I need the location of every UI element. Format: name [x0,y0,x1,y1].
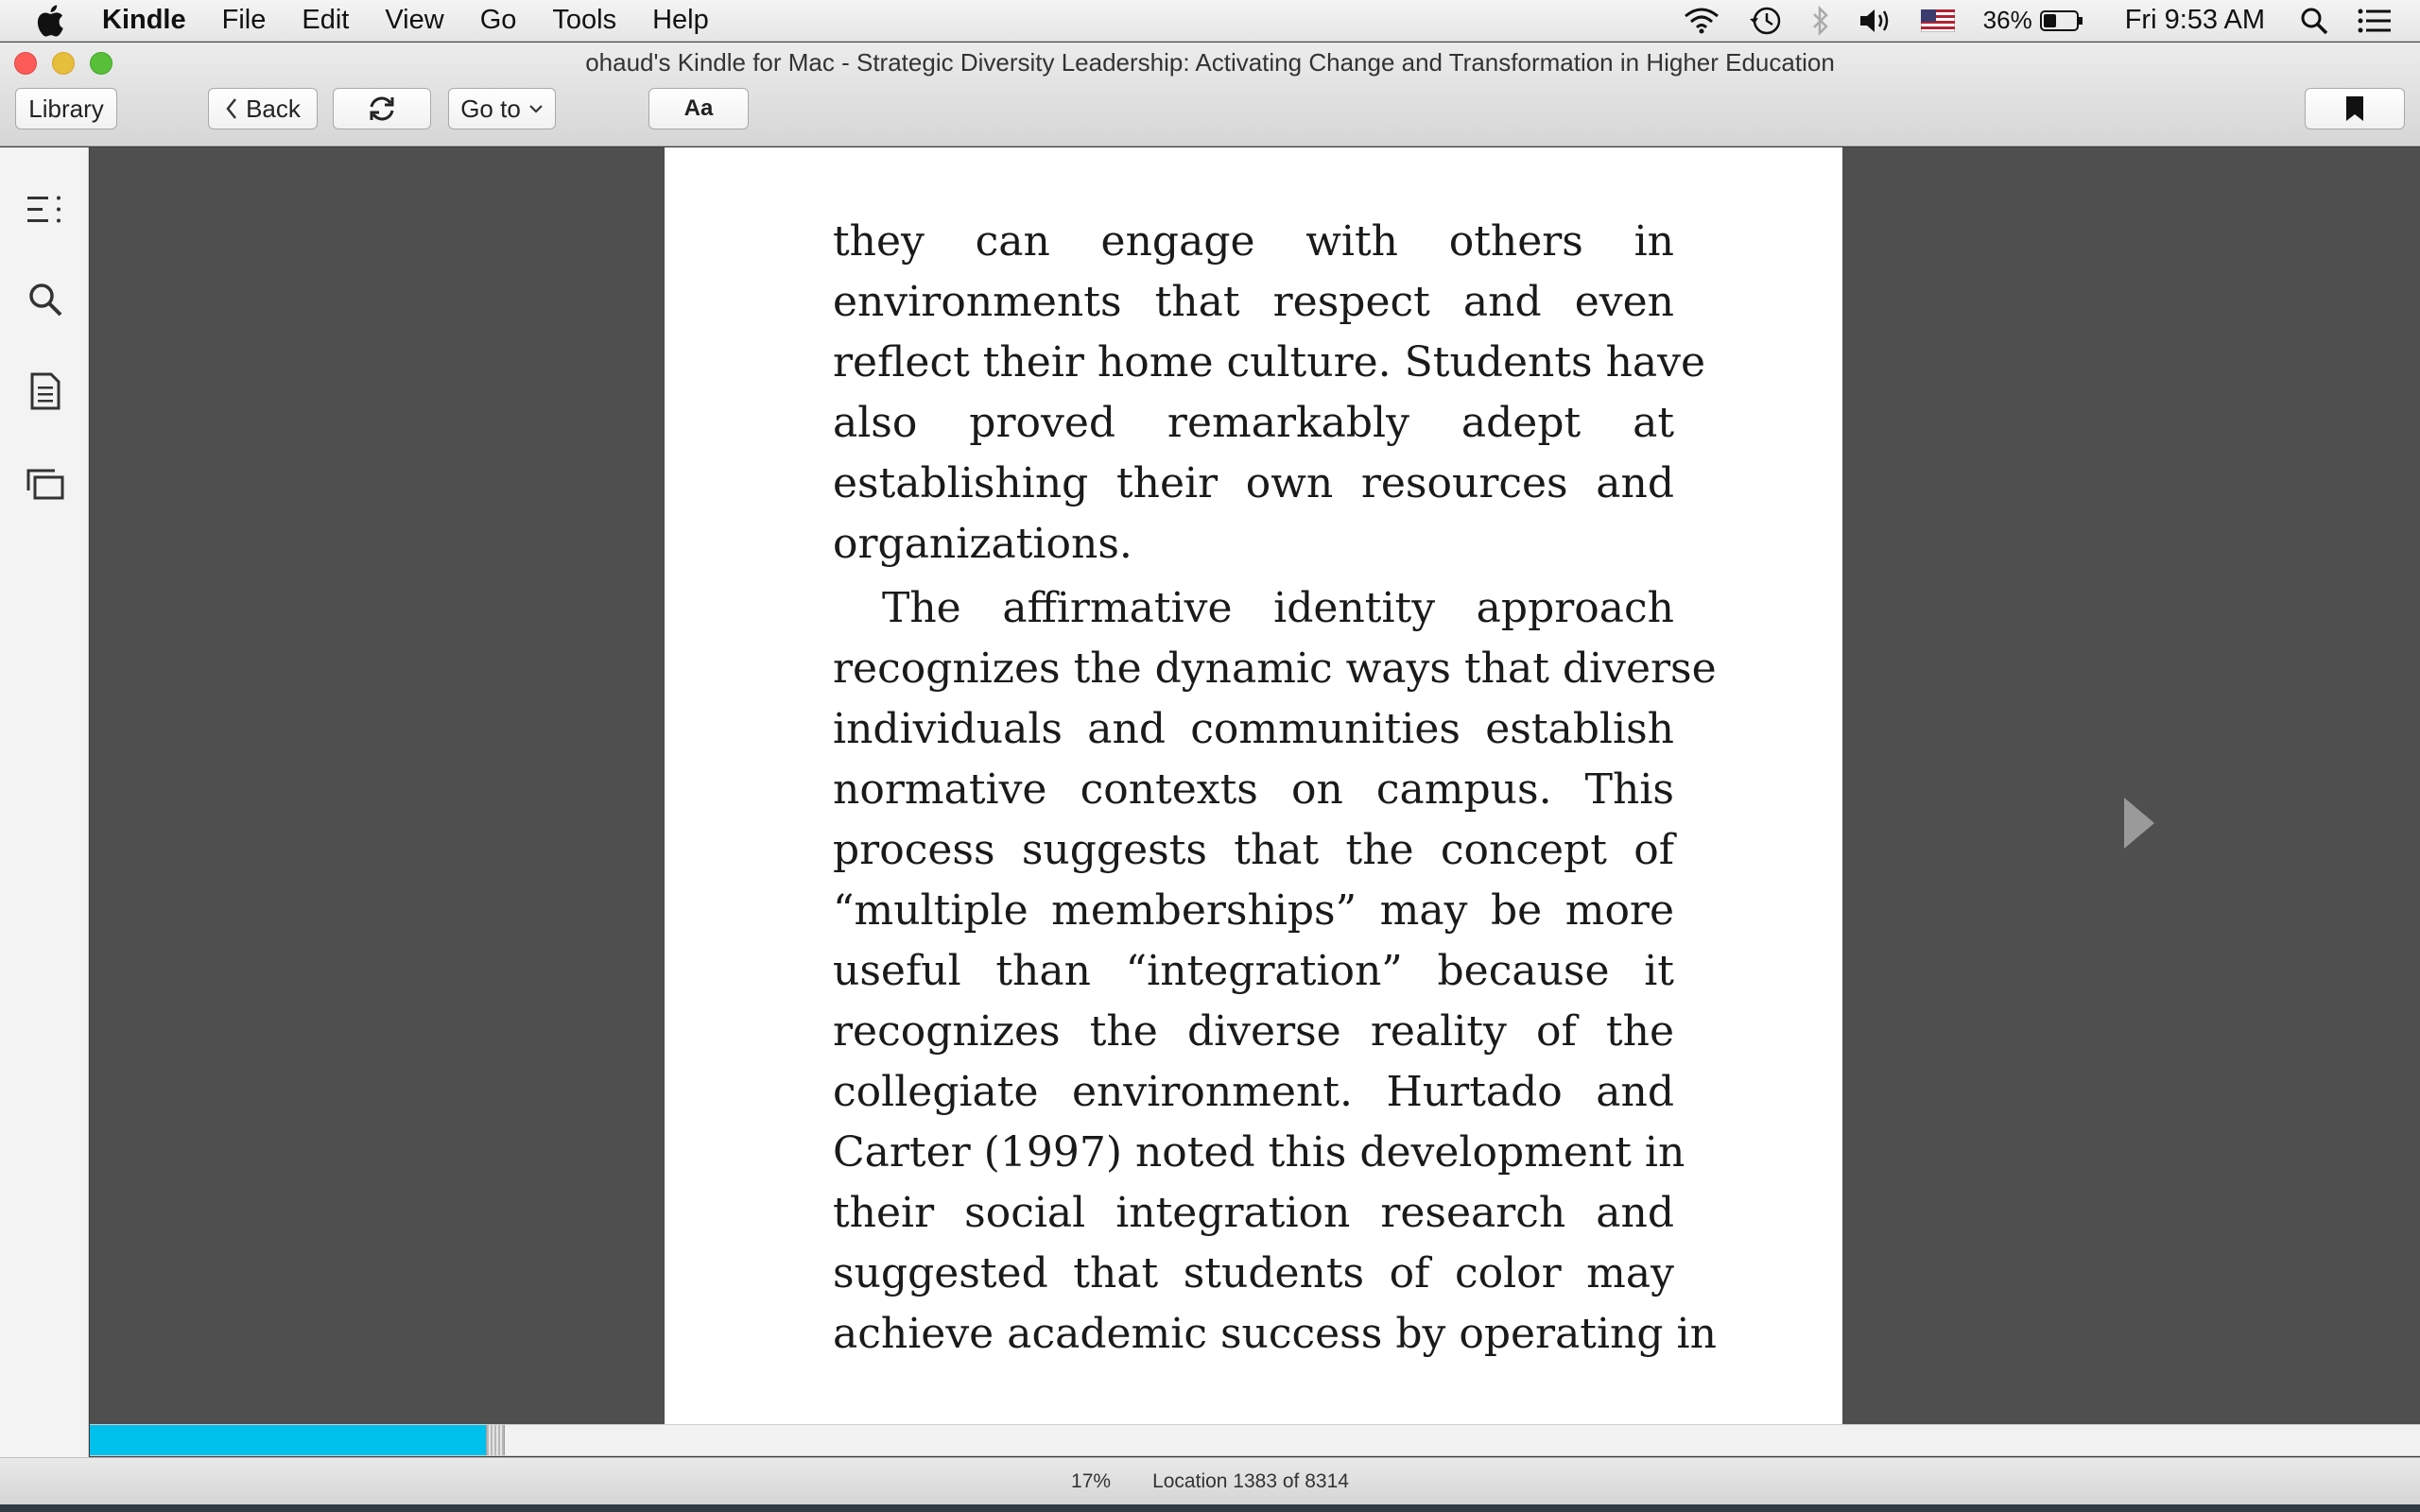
book-text-line: Carter (1997) noted this development in [833,1128,1685,1177]
flashcards-icon[interactable] [26,464,65,504]
next-page-button[interactable] [2113,790,2160,856]
menu-file[interactable]: File [222,5,267,36]
reading-progress-bar[interactable] [90,1424,2420,1456]
book-text-line: normative contexts on campus. This [833,765,1674,814]
volume-icon[interactable] [1858,7,1893,35]
back-button-label: Back [246,94,301,123]
apple-menu-icon[interactable] [36,2,68,40]
book-text-line: also proved remarkably adept at [833,399,1674,447]
book-text-line: collegiate environment. Hurtado and [833,1068,1674,1116]
menu-help[interactable]: Help [652,5,709,36]
font-settings-button[interactable]: Aa [648,88,749,129]
bookmark-button[interactable] [2305,88,2405,129]
sync-button[interactable] [333,88,431,129]
battery-percent: 36% [1982,6,2032,34]
book-page[interactable]: they can engage with others in environme… [665,147,1842,1424]
menu-view[interactable]: View [385,5,443,36]
menu-bar-clock[interactable]: Fri 9:53 AM [2125,5,2265,36]
next-page-arrow-icon [2113,790,2160,856]
menu-bar: Kindle File Edit View Go Tools Help 36% … [0,0,2420,42]
window-titlebar: ohaud's Kindle for Mac - Strategic Diver… [0,43,2420,146]
notification-center-icon[interactable] [2358,8,2392,34]
book-text-line: reflect their home culture. Students hav… [833,338,1706,387]
goto-dropdown-button[interactable]: Go to [448,88,556,129]
reading-progress-fill [90,1425,486,1455]
menu-tools[interactable]: Tools [552,5,616,36]
book-text-line: their social integration research and [833,1189,1674,1237]
reading-progress-handle[interactable] [486,1425,505,1455]
book-text-line: achieve academic success by operating in [833,1310,1717,1358]
reading-location: Location 1383 of 8314 [1152,1470,1349,1492]
book-text-line: organizations. [833,520,1132,568]
us-flag-input-icon[interactable] [1920,9,1955,32]
menu-app-kindle[interactable]: Kindle [102,5,186,36]
book-text-line: establishing their own resources and [833,459,1674,507]
spotlight-search-icon[interactable] [2299,6,2329,36]
font-settings-label: Aa [683,95,714,121]
book-page-text: they can engage with others in environme… [833,212,1717,1365]
book-text-line: individuals and communities establish [833,705,1674,753]
book-text-line: process suggests that the concept of [833,826,1674,874]
search-icon[interactable] [26,280,65,319]
book-text-line: recognizes the diverse reality of the [833,1007,1674,1056]
table-of-contents-icon[interactable] [26,190,65,230]
notes-icon[interactable] [26,371,65,411]
book-text-line: “multiple memberships” may be more [833,886,1674,935]
reader-sidebar [0,147,89,1459]
book-text-line: recognizes the dynamic ways that diverse [833,644,1717,693]
book-text-line: The affirmative identity approach [882,584,1674,632]
reading-status-footer: 17% Location 1383 of 8314 [0,1457,2420,1505]
chevron-down-icon [528,103,544,114]
book-text-line: useful than “integration” because it [833,947,1674,995]
bookmark-icon [2344,95,2365,122]
book-text-line: suggested that students of color may [833,1249,1674,1297]
book-text-line: they can engage with others in [833,217,1674,266]
chevron-left-icon [225,97,238,120]
time-machine-icon[interactable] [1749,5,1783,37]
library-button[interactable]: Library [15,88,117,129]
book-text-line: environments that respect and even [833,278,1674,326]
menu-bar-status-area: 36% Fri 9:53 AM [1683,0,2420,42]
wifi-icon[interactable] [1683,7,1720,35]
back-button[interactable]: Back [208,88,318,129]
goto-button-label: Go to [460,94,521,123]
sync-icon [367,94,397,123]
library-button-label: Library [28,94,104,123]
desktop-background-strip [0,1504,2420,1512]
reading-pane: they can engage with others in environme… [90,147,2420,1424]
menu-edit[interactable]: Edit [302,5,349,36]
battery-icon[interactable] [2039,9,2083,32]
window-title: ohaud's Kindle for Mac - Strategic Diver… [585,48,1835,77]
reading-percent: 17% [1071,1470,1112,1492]
menu-go[interactable]: Go [480,5,517,36]
bluetooth-icon[interactable] [1811,5,1830,36]
